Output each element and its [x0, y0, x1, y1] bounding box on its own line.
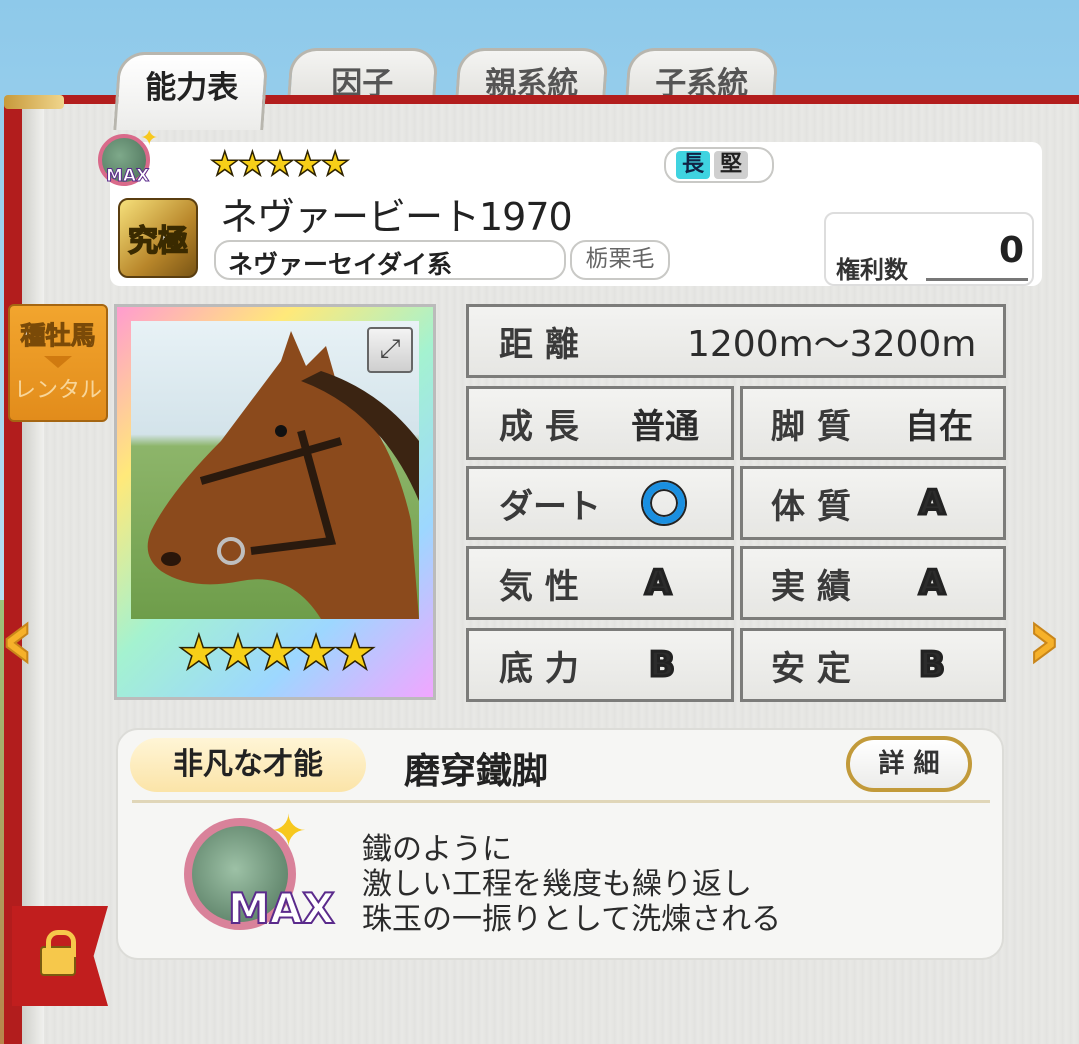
- rights-underline: [926, 278, 1028, 281]
- stat-temperament-label: 気 性: [499, 566, 579, 607]
- stat-style-label: 脚 質: [771, 406, 851, 447]
- gold-corner: [4, 95, 64, 109]
- trait-long: 長: [676, 151, 710, 179]
- talent-sparkle-icon: ✦: [270, 806, 307, 857]
- max-label: MAX: [105, 166, 150, 187]
- stat-record-grade: A: [917, 562, 946, 605]
- stat-temperament: 気 性 A: [466, 546, 734, 620]
- rarity-stars: ★★★★★: [209, 143, 350, 184]
- stat-stamina-grade: B: [648, 644, 677, 687]
- prev-arrow-icon[interactable]: ‹: [0, 595, 50, 686]
- portrait-stars: ★★★★★: [177, 624, 378, 682]
- talent-max-label: MAX: [227, 883, 336, 934]
- stat-distance-value: 1200m〜3200m: [687, 324, 977, 365]
- stat-record-label: 実 績: [771, 566, 851, 607]
- stat-style: 脚 質 自在: [740, 386, 1006, 460]
- stat-distance-label: 距 離: [499, 324, 579, 365]
- stat-dirt-grade: [643, 469, 685, 537]
- stat-constitution: 体 質 A: [740, 466, 1006, 540]
- talent-description: 鐵のように 激しい工程を幾度も繰り返し 珠玉の一振りとして洗煉される: [362, 832, 781, 937]
- stat-constitution-grade: A: [917, 482, 946, 525]
- detail-button[interactable]: 詳 細: [846, 736, 972, 792]
- next-arrow-icon[interactable]: ›: [1025, 595, 1076, 686]
- talent-desc-line-3: 珠玉の一振りとして洗煉される: [362, 902, 782, 937]
- expand-icon[interactable]: ⤢: [367, 327, 413, 373]
- stat-growth-value: 普通: [631, 406, 699, 447]
- stat-distance: 距 離 1200m〜3200m: [466, 304, 1006, 378]
- stat-stability-grade: B: [918, 644, 947, 687]
- talent-desc-line-2: 激しい工程を幾度も繰り返し: [362, 867, 752, 902]
- lock-shackle: [46, 930, 76, 957]
- lineage-pill: ネヴァーセイダイ系: [214, 240, 566, 280]
- talent-section-text: 非凡な才能: [173, 747, 323, 782]
- horse-name: ネヴァービート1970: [220, 195, 573, 239]
- stat-stability-label: 安 定: [771, 648, 851, 689]
- stat-constitution-label: 体 質: [771, 486, 851, 527]
- rights-box: 権利数 0: [824, 212, 1034, 286]
- book-spine: [22, 104, 44, 1044]
- stat-growth: 成 長 普通: [466, 386, 734, 460]
- tab-ability[interactable]: 能力表: [113, 52, 269, 130]
- down-arrow-icon: [44, 356, 72, 368]
- coat-pill: 栃栗毛: [570, 240, 670, 280]
- max-badge: ✦ MAX: [92, 126, 164, 192]
- horse-portrait-card: ⤢ ★★★★★: [114, 304, 436, 700]
- stat-dirt-label: ダート: [499, 486, 601, 527]
- rental-label: レンタル: [13, 378, 102, 403]
- stud-label: 種牡馬: [20, 321, 96, 351]
- rank-badge-label: 究極: [127, 223, 189, 260]
- rights-label: 権利数: [836, 256, 908, 284]
- stat-stamina-label: 底 力: [499, 648, 579, 689]
- stat-temperament-grade: A: [643, 562, 672, 605]
- stat-stamina: 底 力 B: [466, 628, 734, 702]
- talent-section-label: 非凡な才能: [130, 738, 366, 792]
- talent-name: 磨穿鐵脚: [404, 751, 549, 792]
- horse-portrait: ⤢: [131, 321, 419, 619]
- detail-button-label: 詳 細: [878, 749, 940, 779]
- coat-label: 栃栗毛: [585, 246, 655, 272]
- rights-value: 0: [998, 230, 1024, 271]
- stat-stability: 安 定 B: [740, 628, 1006, 702]
- stud-rental-tag[interactable]: 種牡馬 レンタル: [8, 304, 108, 422]
- talent-max-badge: ✦ MAX: [170, 806, 336, 942]
- stat-dirt: ダート: [466, 466, 734, 540]
- lineage-label: ネヴァーセイダイ系: [228, 250, 453, 279]
- stat-growth-label: 成 長: [499, 406, 579, 447]
- stat-record: 実 績 A: [740, 546, 1006, 620]
- stat-style-value: 自在: [905, 406, 973, 447]
- lock-bookmark[interactable]: [12, 906, 108, 1006]
- trait-sturdy: 堅: [714, 151, 748, 179]
- rank-badge: 究極: [118, 198, 198, 278]
- trait-badges: 長 堅: [664, 147, 774, 183]
- talent-divider: [132, 800, 990, 803]
- grade-circle-icon: [643, 482, 685, 524]
- talent-desc-line-1: 鐵のように: [362, 832, 512, 867]
